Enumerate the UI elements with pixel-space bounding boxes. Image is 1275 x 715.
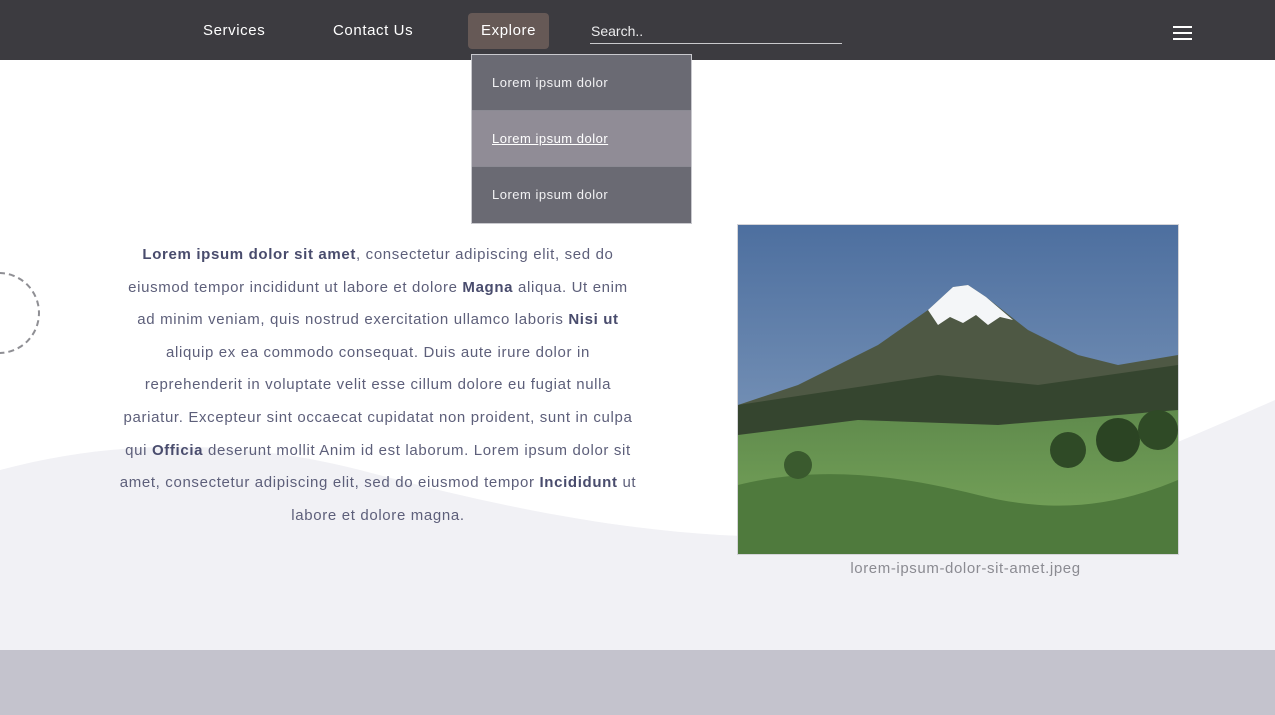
- dropdown-item[interactable]: Lorem ipsum dolor: [472, 55, 691, 111]
- bold-text-run: Incididunt: [539, 474, 618, 492]
- dropdown-item-hovered[interactable]: Lorem ipsum dolor: [472, 111, 691, 167]
- nav-services-link[interactable]: Services: [203, 13, 265, 49]
- footer-bar: [0, 650, 1275, 715]
- bold-text-run: Magna: [462, 278, 514, 296]
- nav-explore-link[interactable]: Explore: [468, 13, 550, 49]
- hamburger-menu-icon[interactable]: [1173, 26, 1195, 44]
- top-navbar: Services Contact Us Explore: [0, 0, 1275, 60]
- bold-text-run: Lorem ipsum dolor sit amet: [142, 246, 357, 263]
- nav-contact-us-link[interactable]: Contact Us: [333, 13, 413, 49]
- explore-dropdown-menu: Lorem ipsum dolor Lorem ipsum dolor Lore…: [471, 54, 692, 224]
- bold-text-run: Officia: [151, 441, 204, 459]
- image-caption: lorem-ipsum-dolor-sit-amet.jpeg: [850, 560, 1081, 577]
- body-paragraph: Lorem ipsum dolor sit amet, consectetur …: [118, 239, 638, 532]
- mountain-landscape-image: [737, 224, 1179, 555]
- search-input[interactable]: [590, 19, 842, 44]
- bold-text-run: Nisi ut: [568, 311, 619, 329]
- dropdown-item[interactable]: Lorem ipsum dolor: [472, 167, 691, 223]
